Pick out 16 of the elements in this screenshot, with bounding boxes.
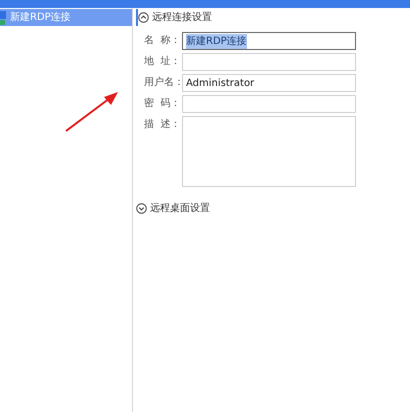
input-field[interactable]: 新建RDP连接 [182,32,356,50]
field-label: 地 址： [143,54,182,69]
field-label: 密 码： [143,96,182,111]
input-field[interactable]: Administrator [182,74,356,92]
field-label: 用户名： [143,76,182,90]
collapse-icon[interactable] [138,12,149,23]
connection-icon [0,11,6,25]
section-header[interactable]: 远程桌面设置 [136,200,410,217]
section-header[interactable]: 远程连接设置 [136,9,410,26]
input-field[interactable] [182,95,356,113]
field-label: 名 称： [143,34,182,48]
description-field[interactable] [182,116,356,187]
expand-icon[interactable] [136,203,147,214]
input-field[interactable] [182,53,356,71]
field-label: 描 述： [143,118,182,132]
arrow-annotation [65,92,118,132]
